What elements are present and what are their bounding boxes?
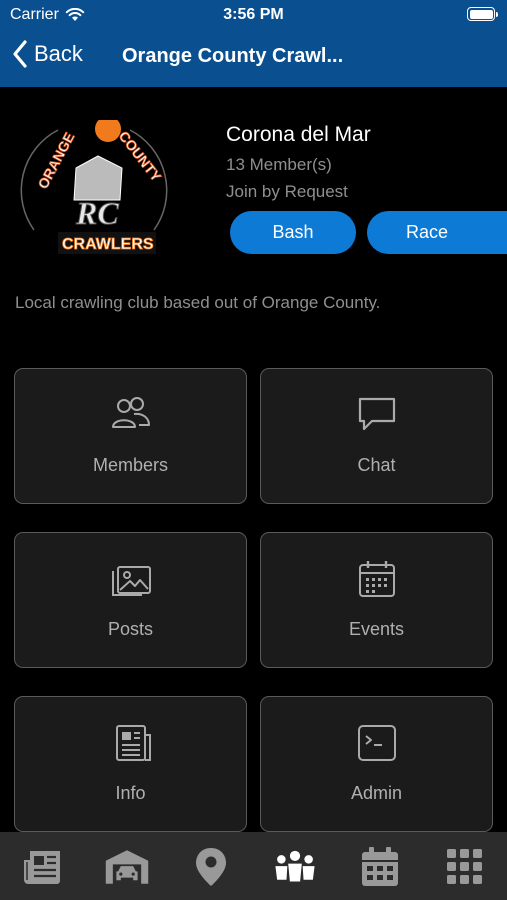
clock: 3:56 PM (223, 6, 284, 23)
tag-race[interactable]: Race (367, 211, 507, 254)
member-count: 13 Member(s) (226, 155, 332, 174)
chat-label: Chat (357, 455, 396, 475)
chat-tile[interactable]: Chat (260, 368, 493, 504)
tab-calendar[interactable] (357, 846, 403, 888)
club-logo: ORANGE COUNTY RC CRAWLERS (18, 116, 170, 260)
info-icon (115, 725, 151, 761)
back-label: Back (34, 41, 83, 66)
admin-icon (357, 725, 396, 761)
tag-bash[interactable]: Bash (230, 211, 356, 254)
logo-rc-text: RC (75, 195, 119, 231)
bottom-tab-bar (0, 832, 507, 900)
tab-location[interactable] (188, 846, 234, 888)
members-icon (111, 397, 150, 428)
header: Carrier 3:56 PM Back Orange County Crawl… (0, 0, 507, 87)
calendar-icon (362, 847, 398, 886)
battery-icon (467, 7, 498, 21)
tab-news[interactable] (20, 846, 66, 888)
club-name: Corona del Mar (226, 123, 371, 146)
tab-more[interactable] (442, 846, 488, 888)
logo-orange-text: ORANGE (35, 130, 78, 192)
posts-label: Posts (107, 619, 154, 639)
club-description: Local crawling club based out of Orange … (15, 293, 381, 312)
admin-label: Admin (350, 783, 403, 803)
garage-icon (105, 850, 149, 884)
chevron-left-icon (13, 40, 27, 68)
join-type: Join by Request (226, 182, 348, 201)
location-icon (196, 848, 226, 886)
status-bar: Carrier 3:56 PM (0, 0, 507, 30)
back-button[interactable]: Back (12, 40, 83, 68)
posts-tile[interactable]: Posts (14, 532, 247, 668)
info-label: Info (115, 783, 146, 803)
info-tile[interactable]: Info (14, 696, 247, 832)
posts-icon (111, 566, 151, 596)
events-tile[interactable]: Events (260, 532, 493, 668)
navigation-bar: Back Orange County Crawl... (0, 30, 507, 87)
tab-clubs[interactable] (272, 846, 318, 888)
events-label: Events (348, 619, 405, 639)
members-label: Members (92, 455, 168, 475)
logo-crawlers-text: CRAWLERS (62, 236, 154, 253)
events-icon (358, 561, 395, 597)
news-icon (24, 851, 60, 884)
clubs-icon (275, 850, 315, 882)
members-tile[interactable]: Members (14, 368, 247, 504)
page-title: Orange County Crawl... (122, 45, 344, 67)
admin-tile[interactable]: Admin (260, 696, 493, 832)
chat-icon (358, 397, 395, 431)
tab-garage[interactable] (104, 846, 150, 888)
grid-menu-icon (447, 849, 482, 884)
